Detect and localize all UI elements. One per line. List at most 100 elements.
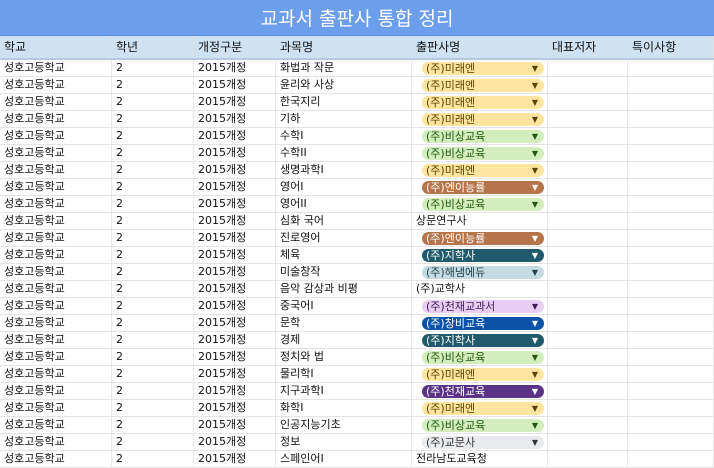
header-subject[interactable]: 과목명 <box>276 36 412 58</box>
triangle-down-icon[interactable]: ▼ <box>532 62 538 75</box>
cell-notes[interactable] <box>628 298 714 314</box>
cell-grade[interactable]: 2 <box>112 60 194 76</box>
publisher-dropdown-chip[interactable]: (주)미래엔 ▼ <box>422 368 544 381</box>
cell-subject[interactable]: 한국지리 <box>276 94 412 110</box>
cell-notes[interactable] <box>628 315 714 331</box>
cell-school[interactable]: 성호고등학교 <box>0 417 112 433</box>
cell-grade[interactable]: 2 <box>112 247 194 263</box>
cell-subject[interactable]: 체육 <box>276 247 412 263</box>
cell-publisher[interactable]: (주)미래엔 ▼ <box>412 60 548 76</box>
cell-subject[interactable]: 중국어I <box>276 298 412 314</box>
cell-revision[interactable]: 2015개정 <box>194 451 276 467</box>
publisher-dropdown-chip[interactable]: (주)미래엔 ▼ <box>422 113 544 126</box>
cell-publisher[interactable]: (주)미래엔 ▼ <box>412 77 548 93</box>
cell-revision[interactable]: 2015개정 <box>194 179 276 195</box>
cell-revision[interactable]: 2015개정 <box>194 111 276 127</box>
cell-notes[interactable] <box>628 451 714 467</box>
cell-grade[interactable]: 2 <box>112 213 194 229</box>
cell-author[interactable] <box>548 366 628 382</box>
cell-notes[interactable] <box>628 264 714 280</box>
cell-school[interactable]: 성호고등학교 <box>0 128 112 144</box>
cell-notes[interactable] <box>628 111 714 127</box>
cell-school[interactable]: 성호고등학교 <box>0 213 112 229</box>
cell-school[interactable]: 성호고등학교 <box>0 145 112 161</box>
cell-revision[interactable]: 2015개정 <box>194 145 276 161</box>
cell-school[interactable]: 성호고등학교 <box>0 111 112 127</box>
cell-grade[interactable]: 2 <box>112 264 194 280</box>
triangle-down-icon[interactable]: ▼ <box>532 385 538 398</box>
cell-subject[interactable]: 문학 <box>276 315 412 331</box>
triangle-down-icon[interactable]: ▼ <box>532 96 538 109</box>
publisher-dropdown-chip[interactable]: (주)지학사 ▼ <box>422 249 544 262</box>
cell-subject[interactable]: 스페인어I <box>276 451 412 467</box>
publisher-dropdown-chip[interactable]: (주)비상교육 ▼ <box>422 351 544 364</box>
cell-school[interactable]: 성호고등학교 <box>0 179 112 195</box>
cell-school[interactable]: 성호고등학교 <box>0 247 112 263</box>
triangle-down-icon[interactable]: ▼ <box>532 300 538 313</box>
cell-school[interactable]: 성호고등학교 <box>0 383 112 399</box>
cell-publisher[interactable]: 전라남도교육청 <box>412 451 548 467</box>
cell-notes[interactable] <box>628 145 714 161</box>
cell-grade[interactable]: 2 <box>112 383 194 399</box>
triangle-down-icon[interactable]: ▼ <box>532 436 538 449</box>
triangle-down-icon[interactable]: ▼ <box>532 317 538 330</box>
cell-school[interactable]: 성호고등학교 <box>0 196 112 212</box>
cell-school[interactable]: 성호고등학교 <box>0 298 112 314</box>
cell-publisher[interactable]: 상문연구사 <box>412 213 548 229</box>
cell-author[interactable] <box>548 349 628 365</box>
cell-publisher[interactable]: (주)지학사 ▼ <box>412 247 548 263</box>
cell-revision[interactable]: 2015개정 <box>194 264 276 280</box>
cell-grade[interactable]: 2 <box>112 179 194 195</box>
cell-grade[interactable]: 2 <box>112 366 194 382</box>
cell-subject[interactable]: 영어II <box>276 196 412 212</box>
cell-publisher[interactable]: (주)창비교육 ▼ <box>412 315 548 331</box>
cell-author[interactable] <box>548 400 628 416</box>
cell-author[interactable] <box>548 417 628 433</box>
cell-author[interactable] <box>548 298 628 314</box>
cell-notes[interactable] <box>628 434 714 450</box>
cell-notes[interactable] <box>628 230 714 246</box>
publisher-dropdown-chip[interactable]: (주)천재교과서 ▼ <box>422 300 544 313</box>
cell-subject[interactable]: 생명과학I <box>276 162 412 178</box>
cell-subject[interactable]: 영어I <box>276 179 412 195</box>
cell-publisher[interactable]: (주)비상교육 ▼ <box>412 417 548 433</box>
cell-grade[interactable]: 2 <box>112 162 194 178</box>
cell-subject[interactable]: 경제 <box>276 332 412 348</box>
cell-author[interactable] <box>548 60 628 76</box>
cell-notes[interactable] <box>628 77 714 93</box>
cell-subject[interactable]: 윤리와 사상 <box>276 77 412 93</box>
cell-grade[interactable]: 2 <box>112 196 194 212</box>
triangle-down-icon[interactable]: ▼ <box>532 368 538 381</box>
cell-publisher[interactable]: (주)미래엔 ▼ <box>412 400 548 416</box>
cell-subject[interactable]: 화법과 작문 <box>276 60 412 76</box>
cell-grade[interactable]: 2 <box>112 298 194 314</box>
cell-author[interactable] <box>548 434 628 450</box>
cell-publisher[interactable]: (주)미래엔 ▼ <box>412 162 548 178</box>
triangle-down-icon[interactable]: ▼ <box>532 232 538 245</box>
publisher-dropdown-chip[interactable]: (주)교문사 ▼ <box>422 436 544 449</box>
cell-publisher[interactable]: (주)교문사 ▼ <box>412 434 548 450</box>
cell-author[interactable] <box>548 111 628 127</box>
cell-grade[interactable]: 2 <box>112 145 194 161</box>
cell-author[interactable] <box>548 196 628 212</box>
cell-publisher[interactable]: (주)지학사 ▼ <box>412 332 548 348</box>
publisher-dropdown-chip[interactable]: (주)창비교육 ▼ <box>422 317 544 330</box>
publisher-dropdown-chip[interactable]: (주)비상교육 ▼ <box>422 198 544 211</box>
cell-notes[interactable] <box>628 213 714 229</box>
cell-revision[interactable]: 2015개정 <box>194 434 276 450</box>
cell-publisher[interactable]: (주)비상교육 ▼ <box>412 128 548 144</box>
publisher-dropdown-chip[interactable]: (주)천재교육 ▼ <box>422 385 544 398</box>
cell-author[interactable] <box>548 162 628 178</box>
cell-notes[interactable] <box>628 400 714 416</box>
cell-revision[interactable]: 2015개정 <box>194 400 276 416</box>
cell-grade[interactable]: 2 <box>112 451 194 467</box>
triangle-down-icon[interactable]: ▼ <box>532 351 538 364</box>
cell-subject[interactable]: 기하 <box>276 111 412 127</box>
cell-grade[interactable]: 2 <box>112 128 194 144</box>
cell-notes[interactable] <box>628 366 714 382</box>
cell-author[interactable] <box>548 230 628 246</box>
cell-revision[interactable]: 2015개정 <box>194 366 276 382</box>
cell-subject[interactable]: 지구과학I <box>276 383 412 399</box>
cell-publisher[interactable]: (주)천재교육 ▼ <box>412 383 548 399</box>
publisher-dropdown-chip[interactable]: (주)비상교육 ▼ <box>422 147 544 160</box>
